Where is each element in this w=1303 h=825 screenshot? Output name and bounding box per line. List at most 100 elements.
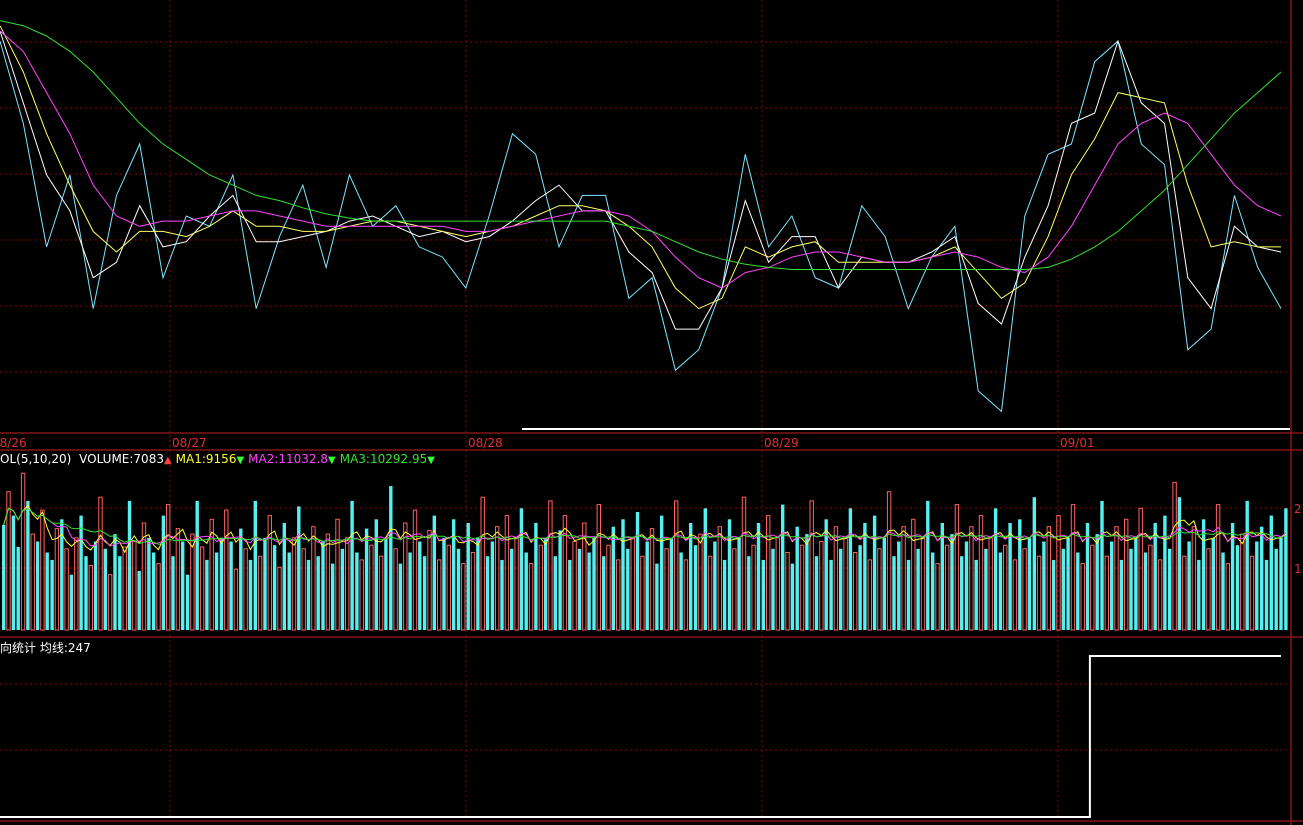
volume-bar-down [1274, 548, 1278, 630]
volume-bar-down [931, 552, 935, 630]
volume-bar-down [863, 523, 867, 630]
volume-bar-down [398, 563, 403, 630]
volume-bar-down [635, 512, 640, 630]
volume-bar-down [113, 534, 117, 630]
volume-bar-down [137, 571, 141, 630]
volume-bar-down [960, 556, 964, 630]
volume-bar-down [626, 548, 630, 630]
volume-bar-down [147, 537, 151, 630]
volume-bar-down [1153, 523, 1157, 630]
volume-bar-down [1129, 548, 1133, 630]
volume-bar-down [645, 541, 649, 630]
volume-bar-down [93, 541, 98, 630]
volume-bar-down [287, 552, 291, 630]
volume-bar-down [1042, 541, 1046, 630]
volume-bar-down [771, 548, 775, 630]
volume-bar-down [253, 500, 257, 630]
date-label: 08/26 [0, 436, 27, 450]
volume-bar-down [592, 537, 596, 630]
volume-bar-down [456, 548, 461, 630]
volume-bar-down [152, 552, 156, 630]
volume-bar-down [1264, 559, 1269, 630]
volume-bar-down [181, 541, 185, 630]
volume-bar-down [297, 506, 301, 630]
volume-bar-down [161, 515, 166, 630]
volume-bar-down [1051, 559, 1056, 630]
volume-bar-down [993, 508, 998, 630]
date-label: 08/27 [172, 436, 207, 450]
volume-bar-down [263, 537, 267, 630]
volume-bar-down [35, 541, 40, 630]
volume-bar-down [229, 541, 233, 630]
volume-bar-down [761, 559, 765, 630]
volume-bar-down [950, 534, 954, 630]
volume-bar-down [1201, 519, 1206, 630]
volume-tick-1: 1 [1294, 562, 1302, 576]
volume-bar-down [1255, 541, 1259, 630]
indicator-ma2: MA2:11032.8▼ [248, 452, 336, 466]
volume-bar-down [805, 534, 809, 630]
volume-bar-down [205, 559, 209, 630]
volume-bar-down [669, 537, 674, 630]
volume-bar-down [1100, 500, 1104, 630]
volume-bar-down [84, 556, 88, 630]
volume-bar-down [1235, 545, 1240, 630]
volume-bar-down [679, 552, 683, 630]
volume-bar-down [1187, 541, 1191, 630]
indicator-volume: VOLUME:7083▲ [79, 452, 172, 466]
volume-bar-down [1284, 508, 1288, 630]
volume-bar-down [1095, 534, 1099, 630]
volume-bar-down [389, 486, 393, 630]
volume-bar-down [331, 563, 335, 630]
down-arrow-icon: ▼ [328, 455, 336, 466]
volume-bar-down [350, 500, 354, 630]
volume-bar-down [490, 541, 495, 630]
date-label: 09/01 [1060, 436, 1095, 450]
volume-bar-down [11, 515, 16, 630]
volume-bar-down [239, 528, 243, 630]
volume-bar-down [727, 519, 732, 630]
volume-bar-down [306, 559, 311, 630]
volume-bar-down [543, 537, 548, 630]
volume-bar-down [703, 508, 707, 630]
volume-bar-down [26, 500, 30, 630]
stat-panel-label: 向统计 均线:247 [0, 641, 91, 655]
volume-bar-down [964, 541, 969, 630]
volume-bar-down [476, 537, 480, 630]
volume-bar-down [1177, 497, 1182, 630]
volume-bar-down [524, 552, 528, 630]
down-arrow-icon: ▼ [236, 455, 245, 466]
volume-bar-down [321, 541, 325, 630]
volume-bar-down [519, 508, 524, 630]
volume-bar-down [340, 548, 345, 630]
volume-bar-down [195, 500, 199, 630]
volume-bar-down [45, 552, 49, 630]
volume-bar-down [781, 504, 785, 630]
volume-bar-down [897, 541, 901, 630]
indicator-ma1: MA1:9156▼ [175, 452, 245, 466]
up-arrow-icon: ▲ [163, 455, 172, 466]
volume-bar-down [50, 559, 54, 630]
volume-bar-down [79, 515, 83, 630]
volume-bar-down [892, 556, 896, 630]
volume-indicators: VOLUME:7083▲ MA1:9156▼ MA2:11032.8▼ MA3:102… [75, 452, 435, 466]
volume-bar-down [1085, 523, 1090, 630]
stock-chart [0, 0, 1303, 825]
volume-bar-down [795, 526, 799, 630]
volume-bar-down [1211, 537, 1215, 630]
volume-tick-2: 2 [1294, 502, 1302, 516]
volume-bar-down [418, 541, 422, 630]
indicator-ma3: MA3:10292.95▼ [339, 452, 435, 466]
volume-panel-label: OL(5,10,20) [0, 452, 72, 466]
volume-bar-down [1134, 537, 1138, 630]
volume-bar-down [500, 559, 504, 630]
volume-bar-down [839, 548, 843, 630]
volume-header: OL(5,10,20) VOLUME:7083▲ MA1:9156▼ MA2:110… [0, 452, 435, 468]
volume-bar-down [587, 552, 591, 630]
volume-bar-down [185, 574, 190, 630]
volume-bar-down [219, 537, 224, 630]
volume-bar-down [214, 552, 219, 630]
volume-bar-down [1027, 537, 1032, 630]
volume-bar-down [69, 574, 74, 630]
volume-bar-down [693, 545, 698, 630]
